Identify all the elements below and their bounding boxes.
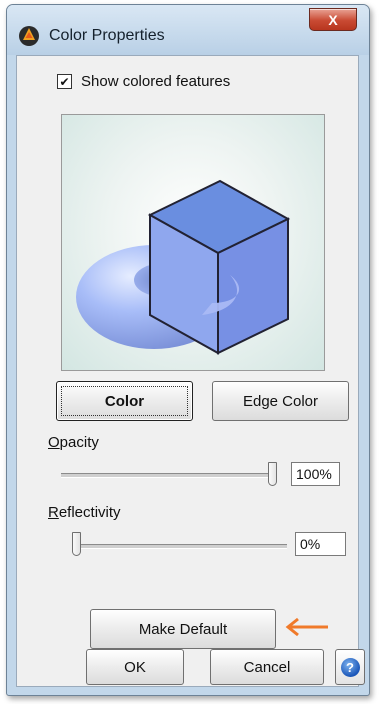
edge-color-button-label: Edge Color <box>242 392 319 410</box>
dialog-body: ✔ Show colored features Color Edge Color… <box>16 55 365 687</box>
window-title: Color Properties <box>49 27 165 44</box>
ok-button-label: OK <box>124 658 146 676</box>
reflectivity-label: Reflectivity <box>48 504 121 521</box>
show-colored-features-row[interactable]: ✔ Show colored features <box>57 73 230 90</box>
help-button[interactable]: ? <box>335 649 365 685</box>
cancel-button-label: Cancel <box>243 658 291 676</box>
make-default-button-label: Make Default <box>138 620 228 638</box>
color-button[interactable]: Color <box>56 381 193 421</box>
reflectivity-value-field[interactable]: 0% <box>295 532 346 556</box>
edge-color-button[interactable]: Edge Color <box>212 381 349 421</box>
reflectivity-slider-track[interactable] <box>75 544 287 549</box>
show-colored-features-label[interactable]: Show colored features <box>81 73 230 90</box>
checkmark-icon: ✔ <box>59 74 70 89</box>
opacity-label: Opacity <box>48 434 99 451</box>
close-icon: X <box>328 11 338 28</box>
opacity-value-field[interactable]: 100% <box>291 462 340 486</box>
cancel-button[interactable]: Cancel <box>210 649 324 685</box>
make-default-button[interactable]: Make Default <box>90 609 276 649</box>
cube-torus-preview-icon <box>76 179 291 355</box>
reflectivity-slider-thumb[interactable] <box>72 532 81 556</box>
color-preview <box>61 114 325 371</box>
help-icon: ? <box>340 657 360 677</box>
opacity-slider-track[interactable] <box>61 473 271 478</box>
app-logo-icon <box>19 26 39 46</box>
title-bar[interactable]: Color Properties X <box>7 5 369 55</box>
show-colored-features-checkbox[interactable]: ✔ <box>57 74 72 89</box>
close-button[interactable]: X <box>309 8 357 31</box>
color-properties-window: Color Properties X ✔ Show colored featur… <box>6 4 370 696</box>
focus-rectangle <box>61 386 188 416</box>
ok-button[interactable]: OK <box>86 649 184 685</box>
annotation-arrow-icon <box>285 617 328 637</box>
opacity-slider-thumb[interactable] <box>268 462 277 486</box>
